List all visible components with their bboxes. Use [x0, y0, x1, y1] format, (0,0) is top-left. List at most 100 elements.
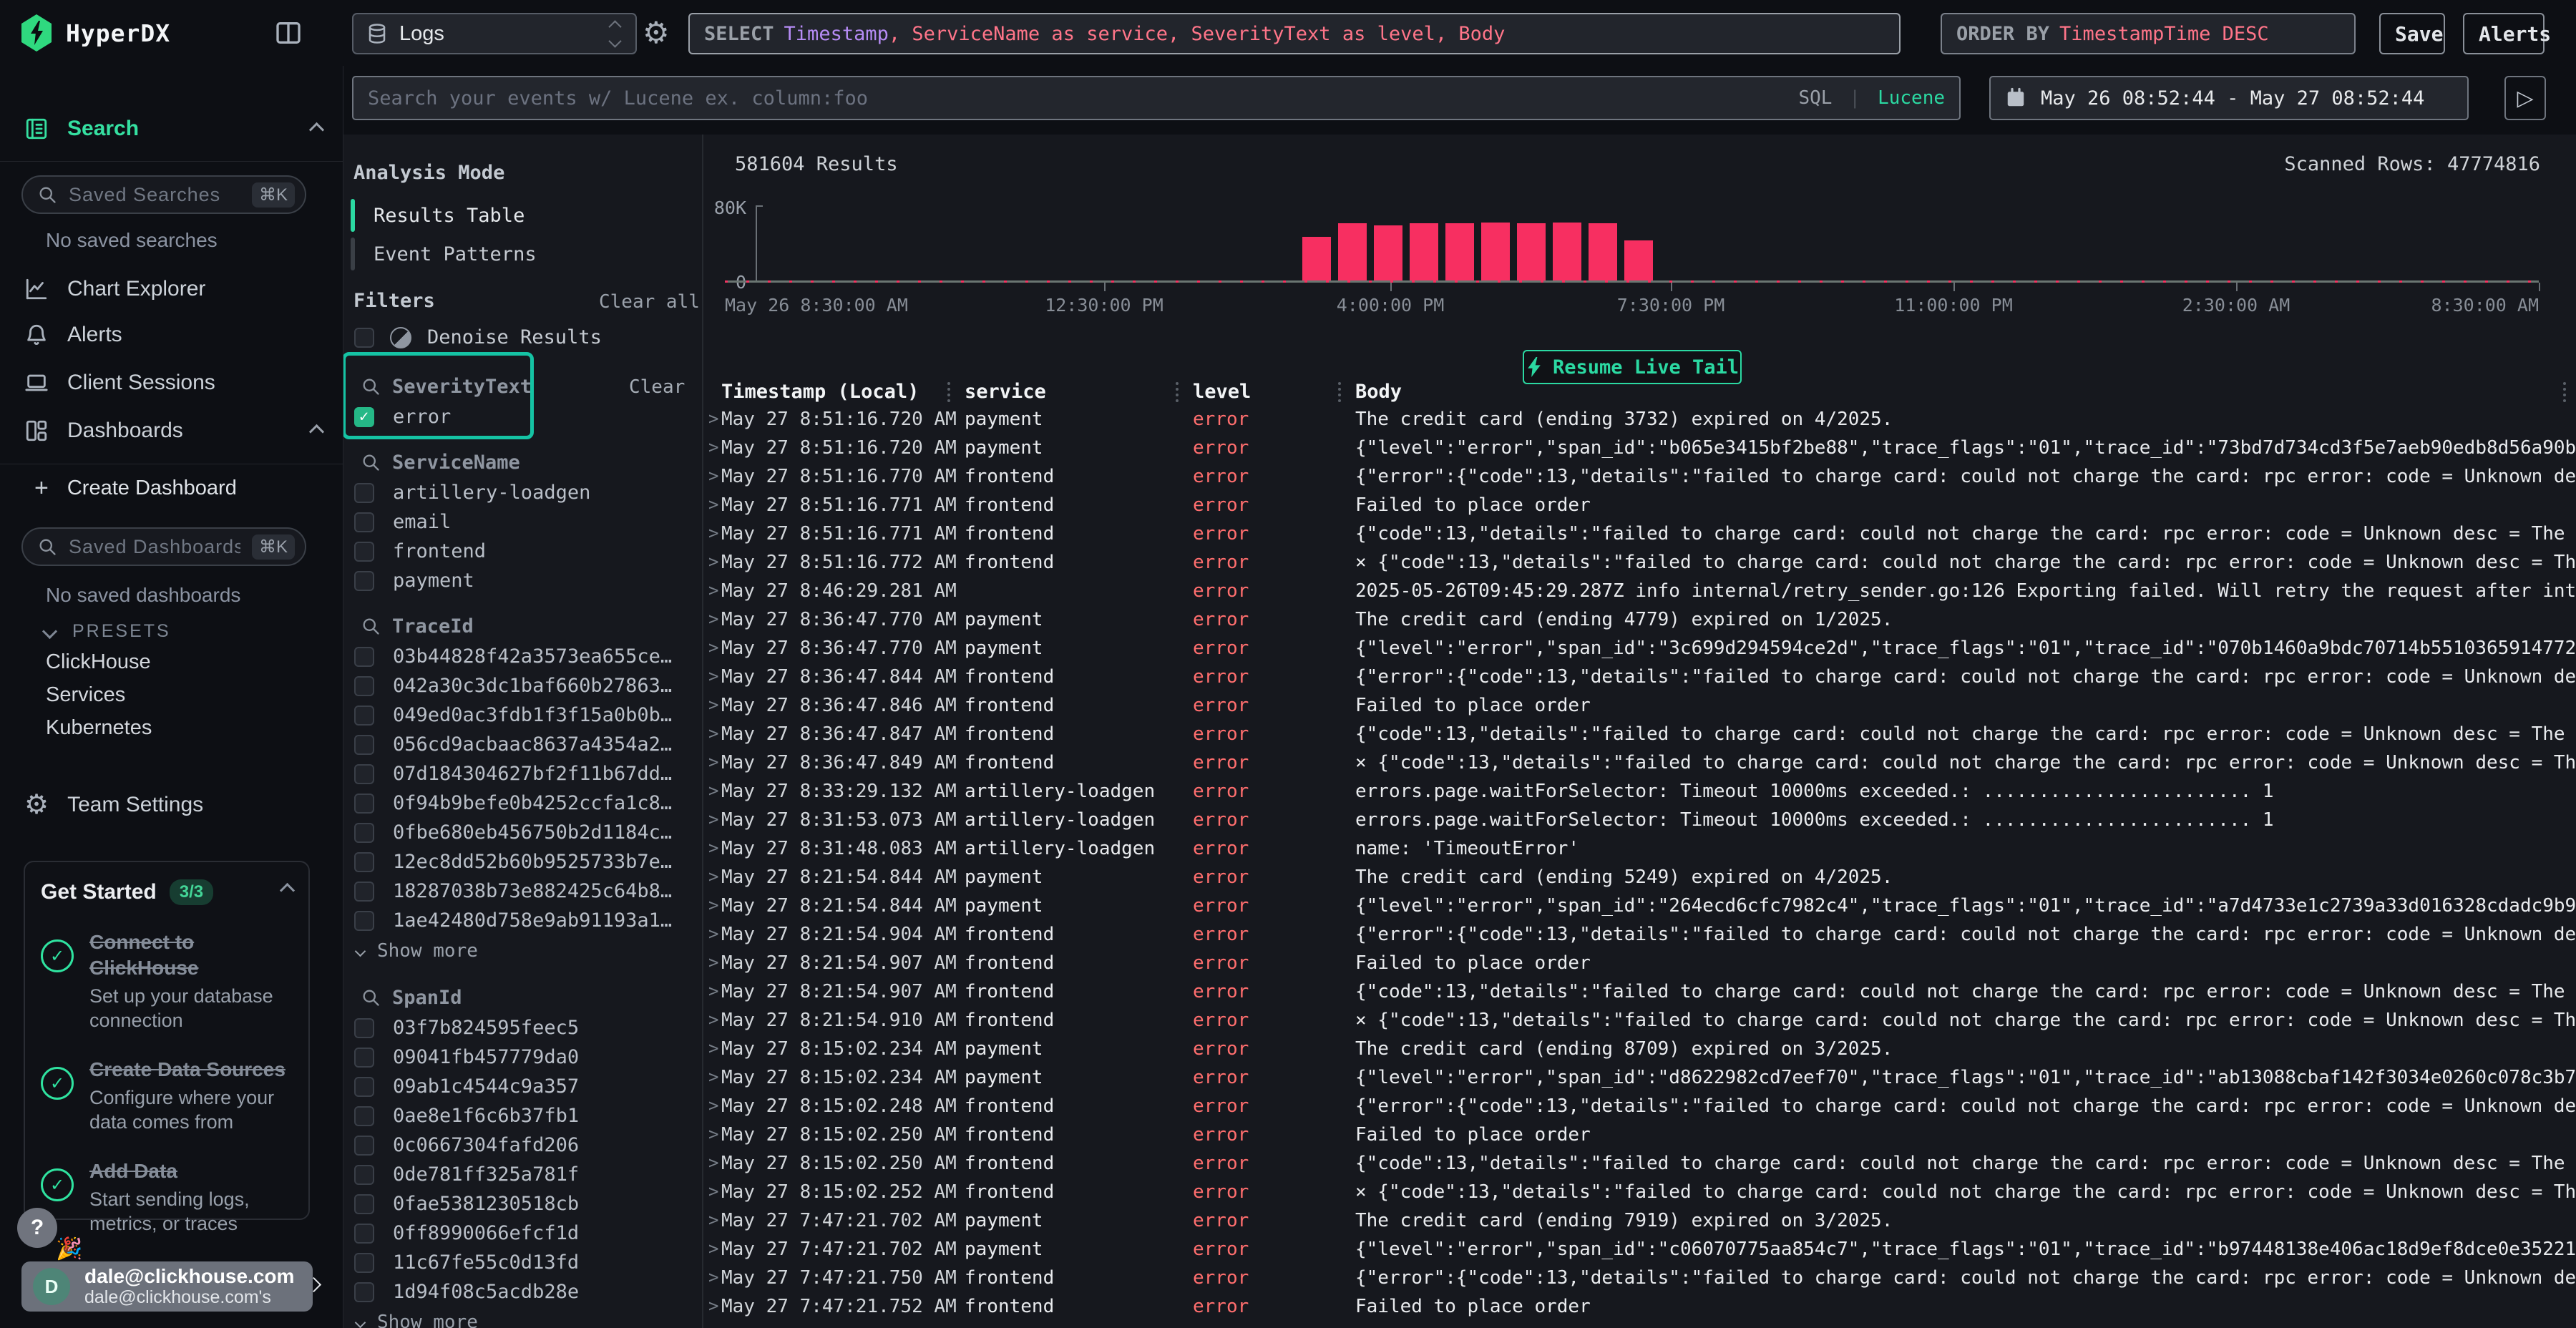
- filter-option[interactable]: frontend: [343, 537, 703, 566]
- search-input[interactable]: [368, 87, 1788, 109]
- checkbox[interactable]: [354, 1077, 374, 1097]
- log-row[interactable]: >May 27 8:15:02.250 AMfrontenderror{"cod…: [703, 1149, 2576, 1178]
- histogram-bar[interactable]: [1374, 225, 1402, 282]
- checkbox[interactable]: [354, 882, 374, 902]
- save-button[interactable]: Save: [2379, 13, 2445, 54]
- sidebar-item-chart-explorer[interactable]: Chart Explorer: [0, 269, 343, 309]
- presets-toggle[interactable]: PRESETS: [44, 621, 171, 642]
- chevron-up-icon[interactable]: [311, 117, 322, 141]
- show-more-link[interactable]: Show more: [343, 935, 703, 967]
- lang-lucene-toggle[interactable]: Lucene: [1878, 87, 1945, 109]
- log-row[interactable]: >May 27 8:36:47.846 AMfrontenderrorFaile…: [703, 691, 2576, 720]
- preset-services[interactable]: Services: [46, 683, 125, 707]
- histogram-bar[interactable]: [1302, 237, 1331, 282]
- col-service[interactable]: service: [965, 381, 1046, 403]
- clear-all-filters-link[interactable]: Clear all: [599, 291, 700, 313]
- log-row[interactable]: >May 27 8:21:54.844 AMpaymenterrorThe cr…: [703, 863, 2576, 892]
- log-row[interactable]: >May 27 7:47:21.752 AMfrontenderrorFaile…: [703, 1292, 2576, 1321]
- column-resize-handle[interactable]: [2563, 382, 2566, 402]
- col-body[interactable]: Body: [1355, 381, 1402, 403]
- resume-live-tail-button[interactable]: Resume Live Tail: [1523, 350, 1742, 384]
- sidebar-item-client-sessions[interactable]: Client Sessions: [0, 363, 343, 403]
- log-row[interactable]: >May 27 8:51:16.720 AMpaymenterrorThe cr…: [703, 405, 2576, 434]
- log-row[interactable]: >May 27 8:31:48.083 AMartillery-loadgene…: [703, 834, 2576, 863]
- log-row[interactable]: >May 27 8:51:16.770 AMfrontenderror{"err…: [703, 462, 2576, 491]
- log-row[interactable]: >May 27 8:36:47.844 AMfrontenderror{"err…: [703, 663, 2576, 691]
- filter-option[interactable]: 07d184304627bf2f11b67dd…: [343, 759, 703, 788]
- filter-option[interactable]: error: [343, 402, 703, 431]
- filter-option[interactable]: 0ff8990066efcf1d: [343, 1219, 703, 1248]
- filter-option[interactable]: 12ec8dd52b60b9525733b7e…: [343, 847, 703, 877]
- checkbox[interactable]: [354, 647, 374, 667]
- sidebar-item-dashboards[interactable]: Dashboards: [0, 411, 343, 451]
- log-row[interactable]: >May 27 7:47:21.750 AMfrontenderror{"err…: [703, 1264, 2576, 1292]
- checkbox[interactable]: [354, 911, 374, 931]
- preset-clickhouse[interactable]: ClickHouse: [46, 650, 151, 674]
- lang-sql-toggle[interactable]: SQL: [1798, 87, 1832, 109]
- source-select[interactable]: Logs: [352, 13, 637, 54]
- filter-option[interactable]: 03b44828f42a3573ea655ce…: [343, 642, 703, 671]
- log-row[interactable]: >May 27 8:51:16.720 AMpaymenterror{"leve…: [703, 434, 2576, 462]
- sidebar-collapse-icon[interactable]: [273, 19, 303, 47]
- log-row[interactable]: >May 27 8:15:02.234 AMpaymenterrorThe cr…: [703, 1035, 2576, 1063]
- log-row[interactable]: >May 27 8:21:54.910 AMfrontenderror× {"c…: [703, 1006, 2576, 1035]
- filter-option[interactable]: 11c67fe55c0d13fd: [343, 1248, 703, 1277]
- get-started-item[interactable]: ✓Add DataStart sending logs, metrics, or…: [41, 1158, 293, 1236]
- histogram-bar[interactable]: [1445, 223, 1474, 282]
- get-started-item[interactable]: ✓Create Data SourcesConfigure where your…: [41, 1057, 293, 1134]
- filter-option[interactable]: 09ab1c4544c9a357: [343, 1072, 703, 1101]
- checkbox[interactable]: [354, 1048, 374, 1068]
- mode-event-patterns[interactable]: Event Patterns: [351, 238, 537, 270]
- event-search-bar[interactable]: SQL|Lucene: [352, 76, 1961, 120]
- log-row[interactable]: >May 27 8:21:54.907 AMfrontenderror{"cod…: [703, 977, 2576, 1006]
- checkbox[interactable]: [354, 328, 374, 348]
- filter-option[interactable]: 0de781ff325a781f: [343, 1160, 703, 1189]
- log-row[interactable]: >May 27 7:47:21.702 AMpaymenterror{"leve…: [703, 1235, 2576, 1264]
- chevron-up-icon[interactable]: [311, 419, 322, 443]
- mode-results-table[interactable]: Results Table: [351, 199, 525, 232]
- log-row[interactable]: >May 27 8:21:54.844 AMpaymenterror{"leve…: [703, 892, 2576, 920]
- user-menu[interactable]: D dale@clickhouse.com dale@clickhouse.co…: [21, 1261, 313, 1312]
- filter-option[interactable]: 1ae42480d758e9ab91193a1…: [343, 906, 703, 935]
- log-row[interactable]: >May 27 8:21:54.907 AMfrontenderrorFaile…: [703, 949, 2576, 977]
- col-level[interactable]: level: [1193, 381, 1251, 403]
- checkbox[interactable]: [354, 571, 374, 591]
- checkbox[interactable]: [354, 1253, 374, 1273]
- col-timestamp[interactable]: Timestamp (Local): [721, 381, 919, 403]
- checkbox[interactable]: [354, 823, 374, 843]
- run-query-play-button[interactable]: ▷: [2504, 76, 2546, 120]
- checkbox[interactable]: [354, 706, 374, 726]
- saved-dashboards-search[interactable]: ⌘K: [21, 527, 306, 566]
- checkbox[interactable]: [354, 1018, 374, 1038]
- log-row[interactable]: >May 27 8:51:16.771 AMfrontenderror{"cod…: [703, 519, 2576, 548]
- log-row[interactable]: >May 27 8:31:53.073 AMartillery-loadgene…: [703, 806, 2576, 834]
- filter-option[interactable]: 18287038b73e882425c64b8…: [343, 877, 703, 906]
- histogram-bar[interactable]: [1338, 223, 1367, 282]
- log-row[interactable]: >May 27 8:36:47.847 AMfrontenderror{"cod…: [703, 720, 2576, 748]
- log-row[interactable]: >May 27 8:21:54.904 AMfrontenderror{"err…: [703, 920, 2576, 949]
- filter-option[interactable]: 0f94b9befe0b4252ccfa1c8…: [343, 788, 703, 818]
- help-button[interactable]: ?: [17, 1208, 57, 1248]
- sidebar-item-search[interactable]: Search: [0, 109, 343, 149]
- histogram-bar[interactable]: [1481, 223, 1510, 282]
- sidebar-item-team-settings[interactable]: ⚙ Team Settings: [0, 785, 343, 825]
- histogram-bar[interactable]: [1624, 240, 1653, 282]
- filter-option[interactable]: 0ae8e1f6c6b37fb1: [343, 1101, 703, 1131]
- histogram-bar[interactable]: [1517, 223, 1546, 282]
- log-row[interactable]: >May 27 8:15:02.250 AMfrontenderrorFaile…: [703, 1120, 2576, 1149]
- saved-searches-input[interactable]: [69, 184, 240, 206]
- log-row[interactable]: >May 27 8:33:29.132 AMartillery-loadgene…: [703, 777, 2576, 806]
- get-started-item[interactable]: ✓Connect to ClickHouseSet up your databa…: [41, 929, 293, 1032]
- log-row[interactable]: >May 27 8:15:02.234 AMpaymenterror{"leve…: [703, 1063, 2576, 1092]
- sidebar-item-alerts[interactable]: Alerts: [0, 315, 343, 355]
- checkbox[interactable]: [354, 483, 374, 503]
- filter-option[interactable]: 042a30c3dc1baf660b27863…: [343, 671, 703, 700]
- filter-option[interactable]: artillery-loadgen: [343, 478, 703, 507]
- checkbox[interactable]: [354, 676, 374, 696]
- date-range-picker[interactable]: May 26 08:52:44 - May 27 08:52:44: [1989, 76, 2469, 120]
- checkbox[interactable]: [354, 1136, 374, 1156]
- filter-option[interactable]: 09041fb457779da0: [343, 1043, 703, 1072]
- checkbox[interactable]: [354, 1224, 374, 1244]
- checkbox[interactable]: [354, 1194, 374, 1214]
- filter-option[interactable]: 049ed0ac3fdb1f3f15a0b0b…: [343, 700, 703, 730]
